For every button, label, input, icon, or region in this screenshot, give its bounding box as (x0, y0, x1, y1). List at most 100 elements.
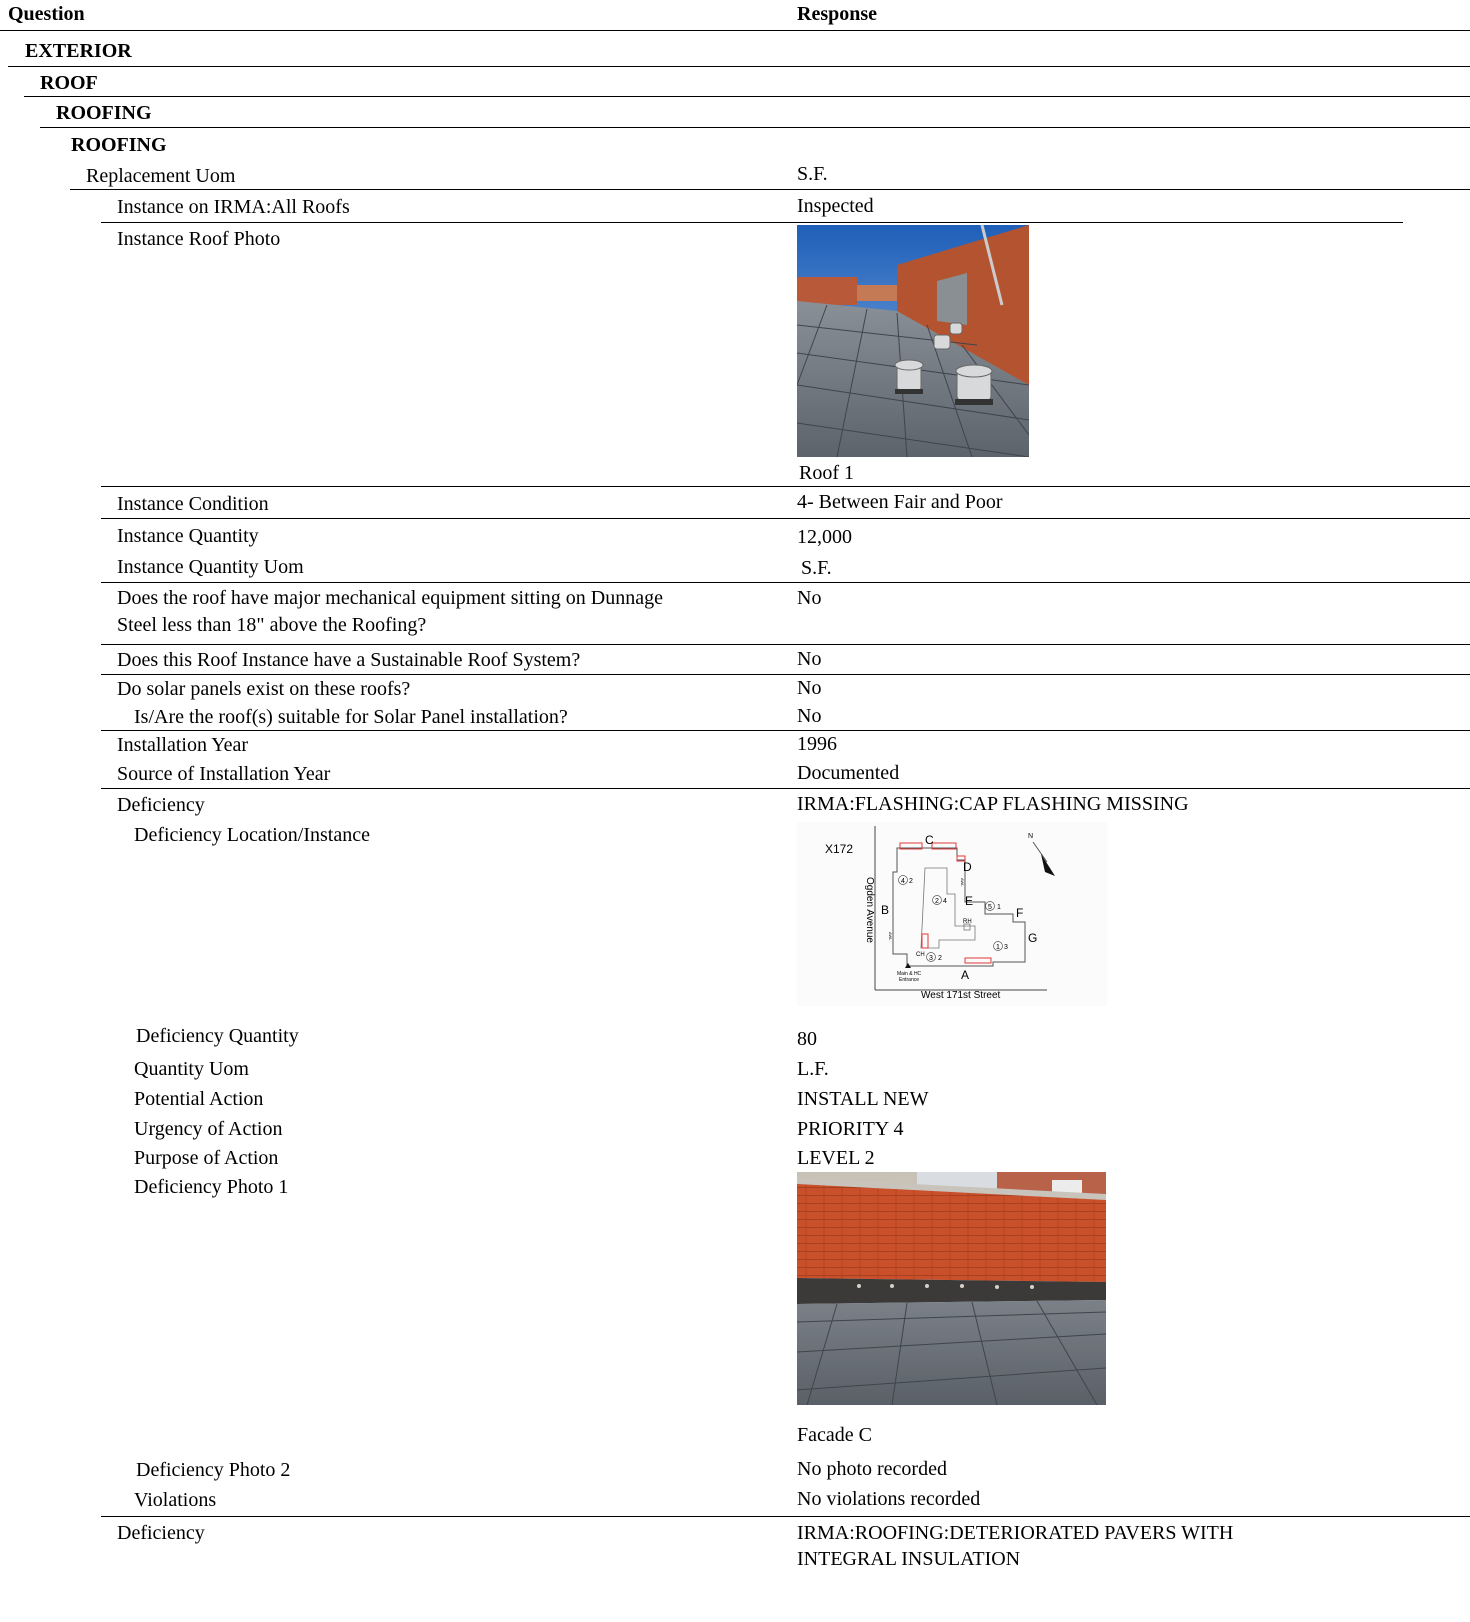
section-roofing: ROOFING (56, 102, 152, 124)
purpose-of-action-label: Purpose of Action (134, 1147, 279, 1169)
svg-text:3: 3 (1004, 944, 1008, 951)
response-column-header: Response (797, 3, 878, 25)
north-arrow-icon (1041, 854, 1055, 876)
divider (101, 1516, 1470, 1517)
sustainable-roof-value: No (797, 648, 822, 670)
potential-action-value: INSTALL NEW (797, 1088, 929, 1110)
section-roof: ROOF (40, 72, 98, 94)
header-divider (0, 30, 1470, 31)
instance-on-irma-value: Inspected (797, 195, 874, 217)
violations-label: Violations (134, 1489, 217, 1511)
solar-suitable-label: Is/Are the roof(s) suitable for Solar Pa… (134, 706, 568, 728)
street-left-label: Ogden Avenue (864, 877, 875, 943)
instance-condition-value: 4- Between Fair and Poor (797, 491, 1003, 513)
deficiency-location-site-plan[interactable]: X172 Ogden Avenue West 171st Street N RH… (797, 822, 1107, 1006)
facade-label-e: E (965, 894, 973, 908)
solar-suitable-value: No (797, 705, 822, 727)
quantity-uom-label: Quantity Uom (134, 1058, 249, 1080)
potential-action-label: Potential Action (134, 1088, 264, 1110)
sustainable-roof-label: Does this Roof Instance have a Sustainab… (117, 649, 581, 671)
facade-label-c: C (925, 833, 934, 847)
flashing-mark (964, 957, 992, 964)
instance-quantity-uom-value: S.F. (801, 557, 832, 579)
instance-quantity-value: 12,000 (797, 526, 852, 548)
rh-label: RH (963, 919, 972, 925)
divider (101, 730, 1470, 731)
deficiency-photo-1-label: Deficiency Photo 1 (134, 1176, 289, 1198)
north-label: N (1028, 833, 1033, 840)
source-installation-year-label: Source of Installation Year (117, 763, 331, 785)
svg-text:3: 3 (929, 955, 933, 962)
instance-quantity-label: Instance Quantity (117, 525, 259, 547)
svg-text:5: 5 (988, 904, 992, 911)
deficiency-label: Deficiency (117, 794, 205, 816)
replacement-uom-value: S.F. (797, 163, 828, 185)
deficiency-label: Deficiency (117, 1522, 205, 1544)
inner-roof-outline (920, 867, 976, 949)
facade-label-a: A (961, 968, 969, 982)
replacement-uom-label: Replacement Uom (86, 165, 236, 187)
deficiency-photo-1-caption: Facade C (797, 1424, 872, 1446)
deficiency-value-line-1: IRMA:ROOFING:DETERIORATED PAVERS WITH (797, 1522, 1234, 1544)
divider (101, 644, 1470, 645)
deficiency-photo-2-label: Deficiency Photo 2 (136, 1459, 291, 1481)
section-exterior: EXTERIOR (25, 40, 132, 62)
awl-label: AWL (960, 878, 965, 887)
divider (40, 127, 1470, 128)
instance-roof-photo-label: Instance Roof Photo (117, 228, 281, 250)
purpose-of-action-value: LEVEL 2 (797, 1147, 875, 1169)
source-installation-year-value: Documented (797, 762, 900, 784)
subsection-roofing: ROOFING (71, 134, 167, 156)
facade-label-d: D (963, 860, 972, 874)
svg-text:2: 2 (909, 878, 913, 885)
solar-exist-value: No (797, 677, 822, 699)
deficiency-quantity-value: 80 (797, 1028, 817, 1050)
flashing-mark (921, 933, 929, 949)
deficiency-photo-1[interactable] (797, 1172, 1106, 1405)
divider (101, 222, 1403, 223)
divider (24, 96, 1470, 97)
entrance-label-2: Entrance (899, 977, 919, 983)
svg-text:4: 4 (901, 878, 905, 885)
divider (101, 486, 1470, 487)
installation-year-label: Installation Year (117, 734, 249, 756)
quantity-uom-value: L.F. (797, 1058, 829, 1080)
divider (8, 66, 1470, 67)
roof-section-markers: 4 2 2 4 5 1 1 3 3 2 (898, 875, 1008, 962)
divider (101, 582, 1470, 583)
svg-text:2: 2 (938, 955, 942, 962)
urgency-of-action-label: Urgency of Action (134, 1118, 283, 1140)
deficiency-quantity-label: Deficiency Quantity (136, 1025, 299, 1047)
solar-exist-label: Do solar panels exist on these roofs? (117, 678, 411, 700)
question-column-header: Question (8, 3, 85, 25)
deficiency-value-line-2: INTEGRAL INSULATION (797, 1548, 1021, 1570)
svg-text:1: 1 (997, 904, 1001, 911)
facade-label-f: F (1016, 906, 1023, 920)
divider (101, 788, 1470, 789)
divider (101, 518, 1470, 519)
dunnage-question-line-1: Does the roof have major mechanical equi… (117, 587, 663, 609)
deficiency-location-label: Deficiency Location/Instance (134, 824, 370, 846)
street-bottom-label: West 171st Street (921, 990, 1001, 1001)
facade-label-b: B (881, 903, 889, 917)
divider (101, 674, 1470, 675)
instance-condition-label: Instance Condition (117, 493, 269, 515)
urgency-of-action-value: PRIORITY 4 (797, 1118, 904, 1140)
deficiency-photo-2-value: No photo recorded (797, 1458, 947, 1480)
dunnage-question-line-2: Steel less than 18" above the Roofing? (117, 614, 427, 636)
roof-photo[interactable] (797, 225, 1029, 457)
svg-text:1: 1 (996, 944, 1000, 951)
svg-text:2: 2 (935, 898, 939, 905)
instance-quantity-uom-label: Instance Quantity Uom (117, 556, 304, 578)
north-arrow-line (1032, 841, 1048, 863)
deficiency-value: IRMA:FLASHING:CAP FLASHING MISSING (797, 793, 1189, 815)
installation-year-value: 1996 (797, 733, 837, 755)
dunnage-value: No (797, 587, 822, 609)
violations-value: No violations recorded (797, 1488, 981, 1510)
awl-label: AWL (888, 932, 893, 941)
svg-text:4: 4 (943, 898, 947, 905)
divider (70, 189, 1470, 190)
instance-on-irma-label: Instance on IRMA:All Roofs (117, 196, 350, 218)
facade-label-g: G (1028, 931, 1037, 945)
building-id-label: X172 (825, 842, 853, 856)
